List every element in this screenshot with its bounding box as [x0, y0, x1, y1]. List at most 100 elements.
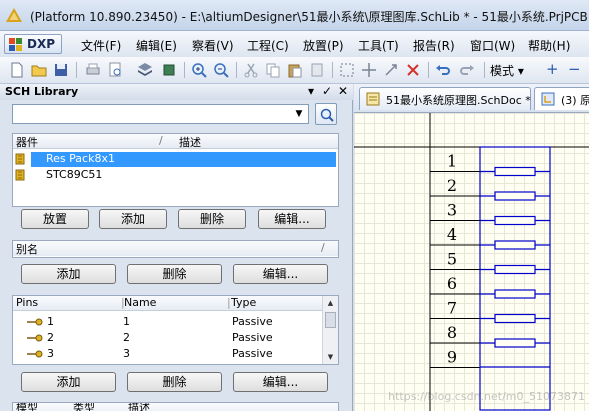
resistor-body	[494, 166, 536, 177]
library-search-combobox[interactable]: ▼	[12, 104, 309, 124]
scroll-up-arrow-icon[interactable]: ▲	[325, 298, 336, 308]
move-selection-icon[interactable]	[382, 61, 400, 79]
zoom-out-icon[interactable]	[212, 61, 230, 79]
col-model-type[interactable]: 类型	[73, 403, 95, 411]
new-file-icon[interactable]	[8, 61, 26, 79]
tab-schdoc[interactable]: 51最小系统原理图.SchDoc *	[359, 87, 531, 110]
menu-project[interactable]: 工程(C)	[247, 37, 289, 54]
title-bar: (Platform 10.890.23450) - E:\altiumDesig…	[0, 0, 589, 31]
component-row[interactable]: Res Pack8x1	[15, 152, 336, 167]
combo-chevron-down-icon[interactable]: ▼	[292, 107, 306, 121]
redo-icon[interactable]	[458, 61, 476, 79]
add-pin-button[interactable]: 添加	[21, 372, 116, 392]
resistor-body	[494, 264, 536, 275]
select-area-icon[interactable]	[338, 61, 356, 79]
col-description[interactable]: 描述	[179, 134, 201, 150]
components-header: 器件 / 描述	[13, 134, 338, 149]
undo-icon[interactable]	[434, 61, 452, 79]
mode-dropdown[interactable]: 模式 ▾	[490, 62, 524, 79]
menu-edit[interactable]: 编辑(E)	[136, 37, 177, 54]
deselect-icon[interactable]	[404, 61, 422, 79]
pin-name: 3	[123, 347, 130, 360]
col-model[interactable]: 模型	[16, 403, 38, 411]
add-component-button[interactable]: 添加	[99, 209, 167, 229]
place-button[interactable]: 放置	[21, 209, 89, 229]
print-icon[interactable]	[84, 61, 102, 79]
menu-tools[interactable]: 工具(T)	[358, 37, 399, 54]
magnifier-icon	[320, 108, 334, 122]
scroll-down-arrow-icon[interactable]: ▼	[325, 352, 336, 362]
col-component[interactable]: 器件	[16, 134, 38, 150]
add-alias-button[interactable]: 添加	[21, 264, 116, 284]
menu-view[interactable]: 察看(V)	[192, 37, 234, 54]
pin-number: 5	[447, 250, 457, 269]
pin-number: 6	[447, 274, 457, 293]
print-preview-icon[interactable]	[106, 61, 124, 79]
scroll-thumb[interactable]	[325, 312, 336, 328]
components-list: 器件 / 描述 Res Pack8x1 STC89C51	[12, 133, 339, 207]
schematic-doc-icon	[366, 92, 380, 106]
pin-row[interactable]: 2 2 Passive	[27, 331, 317, 346]
chip-icon[interactable]	[160, 61, 178, 79]
col-model-desc[interactable]: 描述	[128, 403, 150, 411]
pin-number: 8	[447, 323, 457, 342]
main-toolbar: 模式 ▾ + −	[0, 57, 589, 84]
tab-schlib[interactable]: (3) 原	[534, 87, 589, 110]
edit-alias-button[interactable]: 编辑...	[233, 264, 328, 284]
delete-component-button[interactable]: 删除	[178, 209, 246, 229]
pin-rows: 1 2 3 4 5 6 7 8 9	[430, 152, 480, 368]
col-pin-type[interactable]: Type	[231, 296, 256, 309]
dxp-logo-icon	[9, 38, 22, 51]
panel-close-icon[interactable]: ✕	[338, 84, 348, 98]
pin-designator: 3	[47, 347, 54, 360]
document-tabs: 51最小系统原理图.SchDoc * (3) 原	[354, 84, 589, 113]
pin-name: 1	[123, 315, 130, 328]
paste-icon[interactable]	[286, 61, 304, 79]
copy-icon[interactable]	[264, 61, 282, 79]
alias-header: 别名 /	[13, 241, 338, 256]
pin-row[interactable]: 3 3 Passive	[27, 347, 317, 362]
add-part-button[interactable]: +	[546, 60, 559, 78]
pin-row[interactable]: 1 1 Passive	[27, 315, 317, 330]
rubber-stamp-icon[interactable]	[308, 61, 326, 79]
col-alias[interactable]: 别名	[16, 241, 38, 257]
col-pins[interactable]: Pins	[16, 296, 38, 309]
altium-app-icon	[6, 8, 22, 22]
save-icon[interactable]	[52, 61, 70, 79]
cut-icon[interactable]	[242, 61, 260, 79]
dxp-menu-button[interactable]: DXP	[4, 34, 62, 54]
component-row[interactable]: STC89C51	[15, 168, 336, 183]
watermark: https://blog.csdn.net/m0_51073871	[388, 390, 585, 403]
panel-menu-dropdown-icon[interactable]: ▾	[308, 84, 314, 98]
delete-pin-button[interactable]: 删除	[127, 372, 222, 392]
resistor-body	[494, 313, 536, 324]
edit-component-button[interactable]: 编辑...	[258, 209, 326, 229]
browse-components-icon[interactable]	[136, 61, 154, 79]
pin-icon	[27, 350, 43, 358]
tab-label: (3) 原	[561, 94, 589, 107]
panel-pin-icon[interactable]: ✓	[322, 84, 332, 98]
delete-alias-button[interactable]: 删除	[127, 264, 222, 284]
schematic-canvas[interactable]: 1 2 3 4 5 6 7 8 9 https://blog.csdn.net/m0_51073…	[354, 113, 589, 411]
pin-number: 7	[447, 299, 457, 318]
open-folder-icon[interactable]	[30, 61, 48, 79]
move-icon[interactable]	[360, 61, 378, 79]
pin-designator: 1	[47, 315, 54, 328]
menu-window[interactable]: 窗口(W)	[470, 37, 515, 54]
models-header: 模型 类型 描述	[13, 403, 338, 411]
menu-reports[interactable]: 报告(R)	[413, 37, 455, 54]
menu-help[interactable]: 帮助(H)	[528, 37, 570, 54]
menu-place[interactable]: 放置(P)	[303, 37, 344, 54]
pin-number: 9	[447, 348, 457, 367]
pins-scrollbar[interactable]: ▲ ▼	[322, 296, 338, 364]
zoom-in-icon[interactable]	[190, 61, 208, 79]
col-pin-name[interactable]: Name	[124, 296, 156, 309]
pin-icon	[27, 318, 43, 326]
window-title: (Platform 10.890.23450) - E:\altiumDesig…	[30, 10, 589, 24]
remove-part-button[interactable]: −	[568, 60, 581, 78]
menu-file[interactable]: 文件(F)	[81, 37, 121, 54]
pin-number: 3	[447, 201, 457, 220]
edit-pin-button[interactable]: 编辑...	[233, 372, 328, 392]
resistor-body	[494, 215, 536, 226]
search-magnifier-button[interactable]	[315, 103, 337, 125]
